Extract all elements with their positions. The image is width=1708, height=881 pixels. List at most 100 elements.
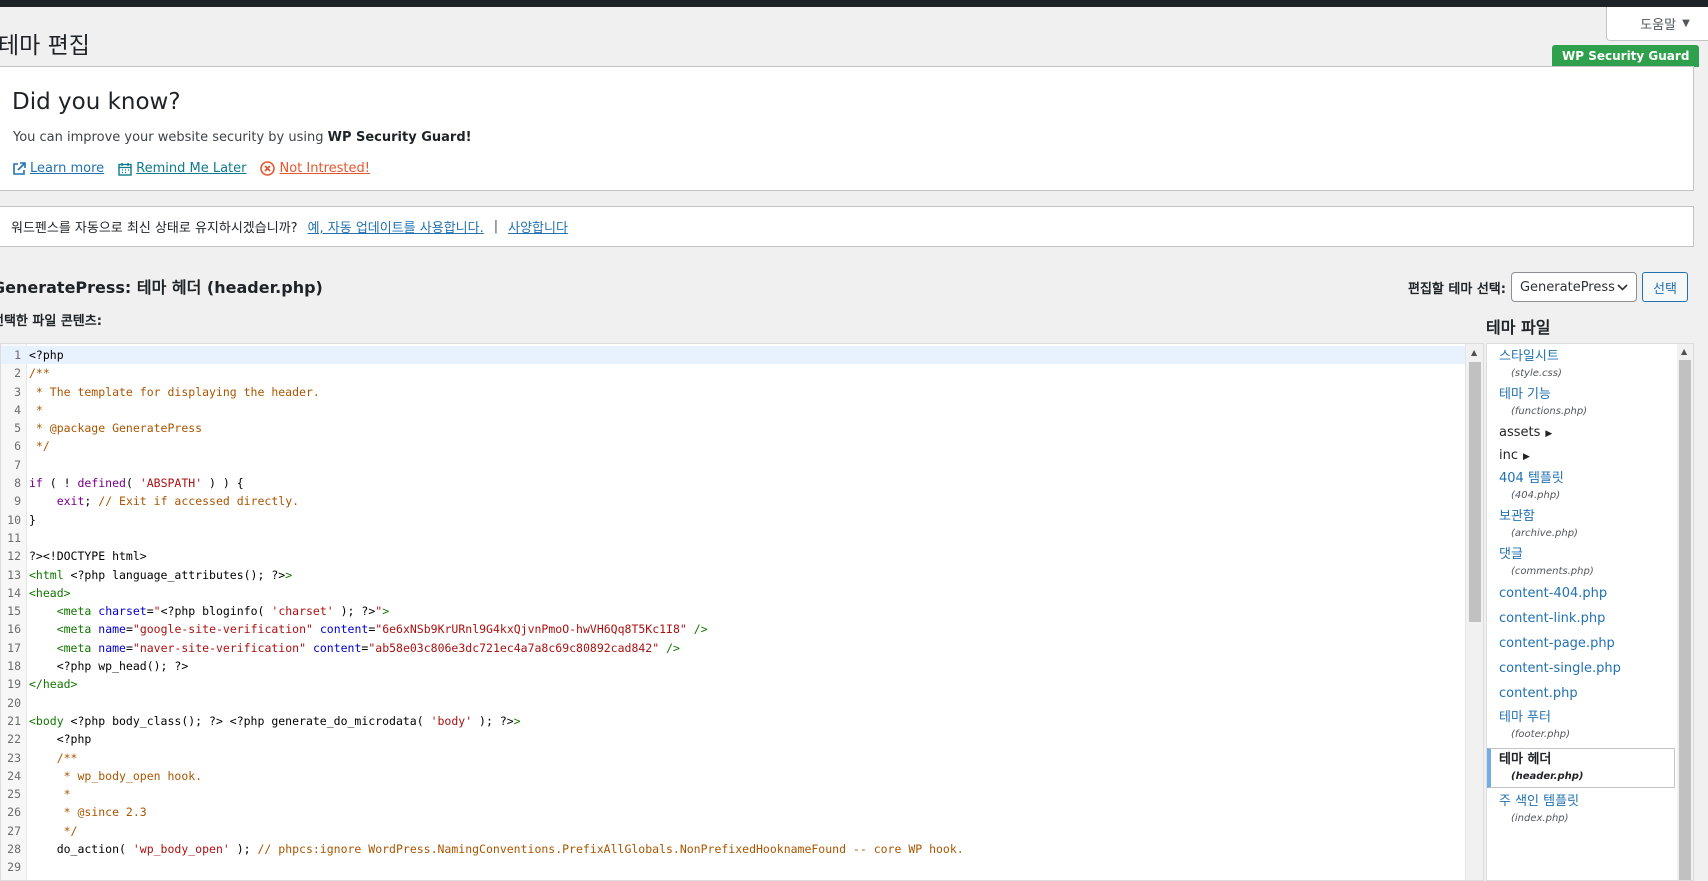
- code-line[interactable]: 10}: [1, 511, 1465, 529]
- notice-text-prefix: You can improve your website security by…: [13, 130, 328, 145]
- enable-auto-update-link[interactable]: 예, 자동 업데이트를 사용합니다.: [308, 217, 484, 236]
- code-line[interactable]: 6 */: [1, 437, 1465, 455]
- code-line[interactable]: 1 <?php: [1, 346, 1465, 365]
- theme-file-name: 스타일시트: [1499, 349, 1559, 364]
- chevron-down-icon: [1617, 283, 1628, 291]
- code-line[interactable]: 2 /**: [1, 364, 1465, 382]
- code-line[interactable]: 16 <meta name="google-site-verification"…: [1, 620, 1465, 638]
- scroll-up-arrow-icon[interactable]: ▲: [1681, 347, 1687, 356]
- code-line[interactable]: 5 * @package GeneratePress: [1, 419, 1465, 437]
- code-line[interactable]: 15 <meta charset="<?php bloginfo( 'chars…: [1, 602, 1465, 620]
- editor-scroll-thumb[interactable]: [1469, 362, 1481, 622]
- code-text: <body <?php body_class(); ?> <?php gener…: [29, 713, 521, 728]
- code-line[interactable]: 3 * The template for displaying the head…: [1, 383, 1465, 401]
- selected-file-label: 선택한 파일 콘텐츠:: [0, 314, 102, 329]
- line-number: 8: [14, 476, 21, 491]
- theme-folder-item[interactable]: inc ▶: [1487, 445, 1677, 468]
- expand-triangle-icon: ▶: [1545, 429, 1553, 439]
- decline-auto-update-link[interactable]: 사양합니다: [508, 217, 568, 236]
- help-tab-button[interactable]: 도움말 ▼: [1606, 7, 1708, 41]
- code-content[interactable]: 1 <?php 2 /** 3 * The template for displayin…: [1, 346, 1465, 880]
- auto-update-notice: 워드펜스를 자동으로 최신 상태로 유지하시겠습니까? 예, 자동 업데이트를 …: [0, 206, 1694, 247]
- code-text: *: [29, 787, 71, 802]
- code-text: <html <?php language_attributes(); ?>>: [29, 567, 293, 582]
- line-number: 6: [14, 439, 21, 454]
- code-line[interactable]: 9 exit; // Exit if accessed directly.: [1, 492, 1465, 510]
- not-interested-link[interactable]: Not Intrested!: [260, 161, 370, 176]
- theme-file-name: 보관함: [1499, 509, 1535, 524]
- code-text: /**: [56, 750, 78, 765]
- code-text: * @since 2.3: [29, 805, 147, 820]
- code-line[interactable]: 14 <head>: [1, 584, 1465, 602]
- code-line[interactable]: 21 <body <?php body_class(); ?> <?php gen…: [1, 712, 1465, 730]
- caret-down-icon: ▼: [1682, 18, 1690, 29]
- theme-file-item[interactable]: content-link.php: [1487, 607, 1677, 632]
- code-text: * @package GeneratePress: [29, 421, 203, 436]
- code-line[interactable]: 4 *: [1, 401, 1465, 419]
- code-line[interactable]: 8 if ( ! defined( 'ABSPATH' ) ) {: [1, 474, 1465, 492]
- code-line[interactable]: 7: [1, 456, 1465, 474]
- files-scroll-thumb[interactable]: [1679, 360, 1691, 880]
- select-theme-button[interactable]: 선택: [1641, 272, 1688, 302]
- theme-file-name: 테마 푸터: [1499, 710, 1551, 725]
- code-line[interactable]: 30 /**: [1, 877, 1465, 880]
- editing-file-title: GeneratePress: 테마 헤더 (header.php): [0, 278, 323, 297]
- line-number: 15: [7, 604, 21, 619]
- code-line[interactable]: 19 </head>: [1, 675, 1465, 693]
- help-label: 도움말: [1640, 18, 1677, 33]
- theme-file-name: content-single.php: [1499, 661, 1621, 676]
- line-number: 13: [7, 567, 21, 582]
- code-line[interactable]: 23 /**: [1, 749, 1465, 767]
- theme-select-dropdown[interactable]: GeneratePress: [1510, 272, 1637, 302]
- theme-file-item[interactable]: 테마 헤더 (header.php): [1487, 748, 1675, 788]
- code-line[interactable]: 28 do_action( 'wp_body_open' ); // phpcs…: [1, 840, 1465, 858]
- scroll-up-arrow-icon[interactable]: ▲: [1471, 348, 1477, 357]
- page-title: 테마 편집: [0, 33, 90, 59]
- theme-file-item[interactable]: 주 색인 템플릿 (index.php): [1487, 791, 1677, 829]
- line-number: 18: [7, 659, 21, 674]
- code-text: <head>: [29, 585, 71, 600]
- code-text: }: [29, 512, 36, 527]
- line-number: 28: [7, 842, 21, 857]
- editor-scrollbar[interactable]: ▲: [1465, 344, 1483, 880]
- theme-file-name: assets ▶: [1499, 425, 1553, 440]
- code-line[interactable]: 25 *: [1, 785, 1465, 803]
- theme-file-item[interactable]: 스타일시트 (style.css): [1487, 346, 1677, 384]
- code-line[interactable]: 13 <html <?php language_attributes(); ?>>: [1, 566, 1465, 584]
- files-scrollbar[interactable]: ▲: [1677, 344, 1693, 880]
- theme-file-filename: (comments.php): [1511, 566, 1594, 577]
- theme-file-item[interactable]: 테마 푸터 (footer.php): [1487, 707, 1677, 745]
- code-line[interactable]: 22 <?php: [1, 730, 1465, 748]
- code-text: <meta name="google-site-verification" co…: [56, 622, 708, 637]
- line-number: 11: [7, 530, 21, 545]
- theme-file-item[interactable]: content-404.php: [1487, 582, 1677, 607]
- theme-file-item[interactable]: 보관함 (archive.php): [1487, 506, 1677, 544]
- code-line[interactable]: 26 * @since 2.3: [1, 803, 1465, 821]
- code-line[interactable]: 11: [1, 529, 1465, 547]
- code-line[interactable]: 29: [1, 858, 1465, 876]
- theme-file-item[interactable]: 테마 기능 (functions.php): [1487, 384, 1677, 422]
- theme-file-item[interactable]: content-page.php: [1487, 632, 1677, 657]
- code-line[interactable]: 18 <?php wp_head(); ?>: [1, 657, 1465, 675]
- code-text: do_action( 'wp_body_open' ); // phpcs:ig…: [29, 842, 964, 857]
- theme-file-item[interactable]: 404 템플릿 (404.php): [1487, 468, 1677, 506]
- code-editor[interactable]: 1 <?php 2 /** 3 * The template for displayin…: [0, 343, 1484, 881]
- theme-file-name: 테마 헤더: [1499, 752, 1552, 767]
- code-line[interactable]: 17 <meta name="naver-site-verification" …: [1, 639, 1465, 657]
- code-text: * The template for displaying the header…: [29, 384, 320, 399]
- learn-more-link[interactable]: Learn more: [12, 161, 104, 176]
- theme-file-item[interactable]: content.php: [1487, 682, 1677, 707]
- line-number: 22: [7, 732, 21, 747]
- code-line[interactable]: 27 */: [1, 822, 1465, 840]
- code-line[interactable]: 24 * wp_body_open hook.: [1, 767, 1465, 785]
- theme-folder-item[interactable]: assets ▶: [1487, 422, 1677, 445]
- code-line[interactable]: 20: [1, 694, 1465, 712]
- theme-file-item[interactable]: content-single.php: [1487, 657, 1677, 682]
- code-text: /**: [23, 877, 78, 880]
- theme-file-name: content-page.php: [1499, 636, 1615, 651]
- remind-later-link[interactable]: Remind Me Later: [118, 161, 246, 176]
- theme-file-item[interactable]: 댓글 (comments.php): [1487, 544, 1677, 582]
- code-line[interactable]: 12 ?><!DOCTYPE html>: [1, 547, 1465, 565]
